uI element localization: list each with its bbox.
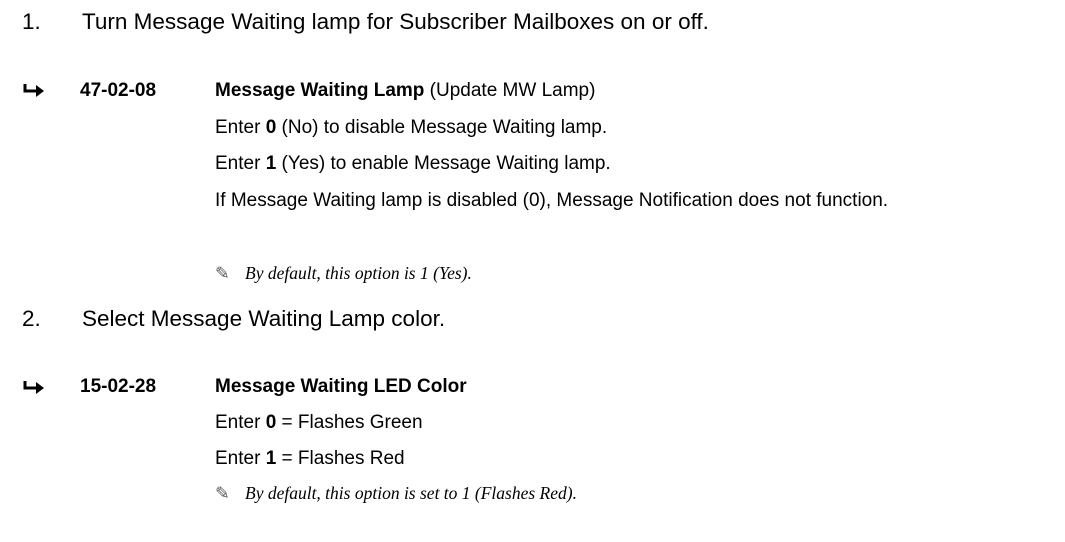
program-code: 15-02-28 [80,376,157,397]
option-line-suffix: = Flashes Green [276,412,423,433]
default-note-text: By default, this option is 1 (Yes). [245,263,472,283]
option-line: Enter 0 (No) to disable Message Waiting … [215,115,1005,140]
step-1-number: 1. [22,9,41,34]
step-1-text: Turn Message Waiting lamp for Subscriber… [82,9,709,34]
option-line-prefix: Enter [215,412,266,433]
program-title: Message Waiting Lamp (Update MW Lamp) [215,79,595,103]
option-line: Enter 0 = Flashes Green [215,410,1005,435]
right-hook-arrow-icon [23,381,44,394]
program-title-name: Message Waiting Lamp [215,80,425,101]
program-title: Message Waiting LED Color [215,375,467,399]
option-line-prefix: Enter [215,153,266,174]
option-line-prefix: Enter [215,117,266,138]
option-line: Enter 1 (Yes) to enable Message Waiting … [215,151,1005,176]
default-note: ✎ By default, this option is set to 1 (Fl… [215,482,577,504]
option-value: 1 [265,153,277,174]
program-code: 47-02-08 [80,80,157,101]
option-value: 0 [265,412,277,433]
default-note-text: By default, this option is set to 1 (Fla… [245,483,577,503]
pencil-icon: ✎ [215,263,230,283]
step-2-number: 2. [22,306,41,331]
option-line-suffix: (No) to disable Message Waiting lamp. [276,117,608,138]
description-paragraph: If Message Waiting lamp is disabled (0),… [215,190,889,211]
pencil-icon: ✎ [215,483,230,503]
step-2-text: Select Message Waiting Lamp color. [82,306,446,331]
default-note: ✎ By default, this option is 1 (Yes). [215,262,472,284]
option-value: 0 [265,117,277,138]
option-line-suffix: (Yes) to enable Message Waiting lamp. [276,153,611,174]
option-line-suffix: = Flashes Red [276,448,405,469]
right-hook-arrow-icon [23,84,44,97]
option-value: 1 [265,448,277,469]
program-title-suffix: (Update MW Lamp) [429,80,596,101]
program-title-name: Message Waiting LED Color [215,376,467,397]
option-line: Enter 1 = Flashes Red [215,446,1005,471]
option-line-prefix: Enter [215,448,266,469]
